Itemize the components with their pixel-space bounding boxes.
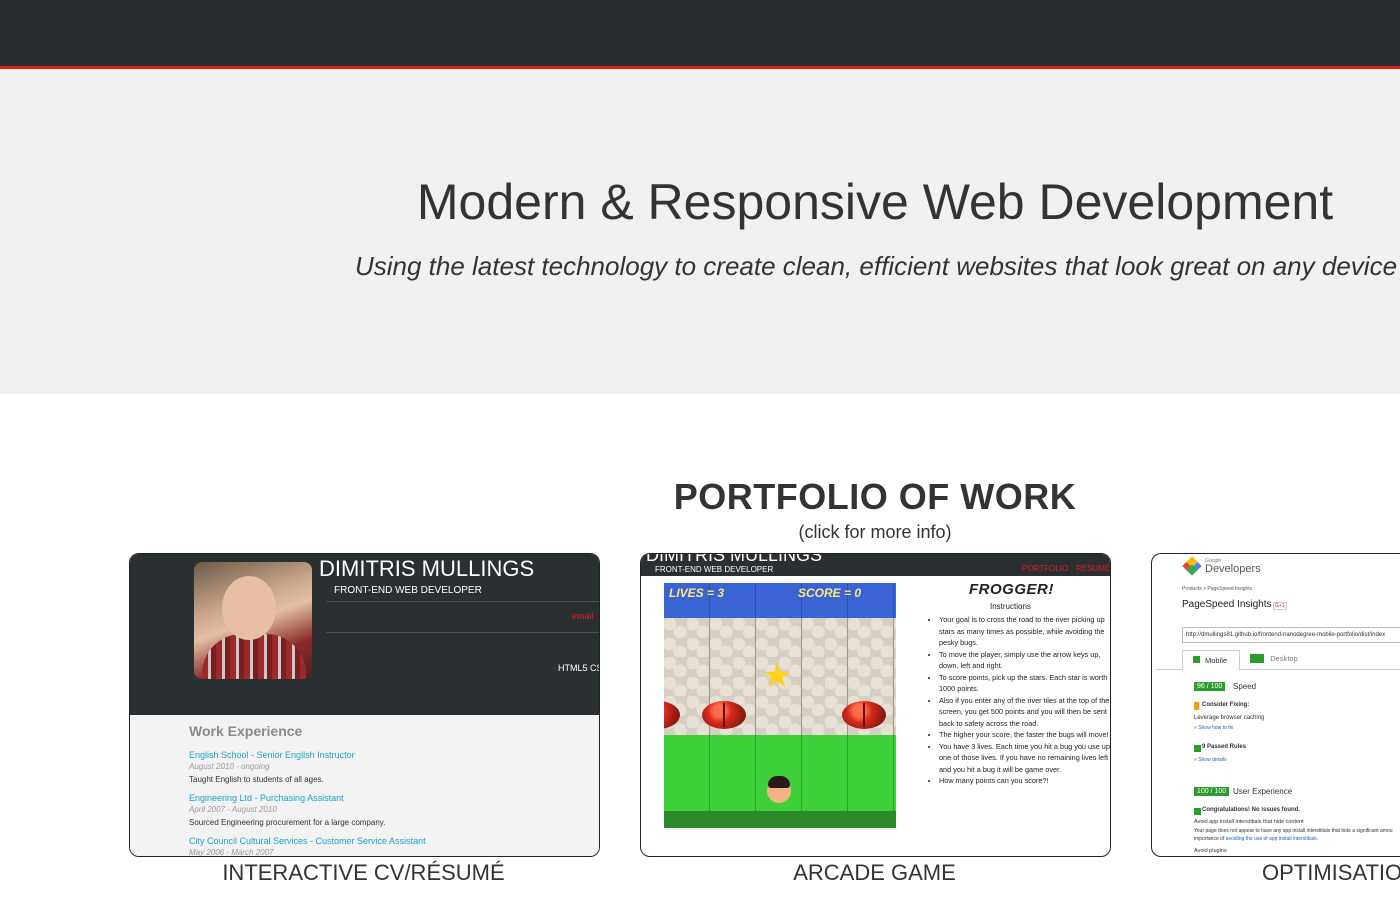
grass-row bbox=[664, 735, 896, 774]
show-how-to-fix-link[interactable]: » Show how to fix bbox=[1194, 725, 1233, 731]
job-title[interactable]: City Council Cultural Services - Custome… bbox=[189, 836, 426, 846]
check-icon bbox=[1194, 808, 1201, 815]
desktop-icon bbox=[1250, 654, 1264, 664]
cv-header: DIMITRIS MULLINGS FRONT-END WEB DEVELOPE… bbox=[130, 554, 599, 715]
game-title: FROGGER! bbox=[969, 581, 1054, 598]
grass-edge bbox=[664, 811, 896, 828]
ux-score-badge: 100 / 100 bbox=[1194, 787, 1230, 796]
bug-enemy bbox=[842, 701, 886, 729]
nav-portfolio-link[interactable]: PORTFOLIO bbox=[1022, 564, 1068, 573]
portfolio-card-cv[interactable]: DIMITRIS MULLINGS FRONT-END WEB DEVELOPE… bbox=[129, 553, 600, 857]
congrats-message: Congratulations! No issues found. bbox=[1202, 807, 1301, 813]
job-title[interactable]: English School - Senior English Instruct… bbox=[189, 750, 355, 760]
player-character bbox=[765, 773, 793, 805]
job-date: May 2006 - March 2007 bbox=[189, 848, 274, 857]
divider bbox=[326, 632, 599, 633]
portfolio-card-game[interactable]: DIMITRIS MULLINGS FRONT-END WEB DEVELOPE… bbox=[640, 553, 1111, 857]
card-caption-game[interactable]: ARCADE GAME bbox=[640, 860, 1109, 886]
speed-label: Speed bbox=[1233, 682, 1257, 691]
warning-icon bbox=[1194, 702, 1199, 710]
nav-resume-link[interactable]: RÉSUMÉ bbox=[1076, 564, 1110, 573]
instruction-item: Also if you enter any of the river tiles… bbox=[939, 695, 1110, 730]
leverage-caching: Leverage browser caching bbox=[1194, 715, 1265, 721]
ux-label: User Experience bbox=[1233, 787, 1293, 796]
game-header: DIMITRIS MULLINGS FRONT-END WEB DEVELOPE… bbox=[641, 554, 1110, 576]
stone-row bbox=[664, 618, 896, 657]
hero-section: Modern & Responsive Web Development Usin… bbox=[0, 69, 1400, 394]
google-logo-icon bbox=[1182, 556, 1202, 576]
portfolio-subtitle: (click for more info) bbox=[798, 522, 952, 542]
instruction-item: You have 3 lives. Each time you hit a bu… bbox=[939, 741, 1110, 776]
avoid-interstitials: Avoid app install interstitials that hid… bbox=[1194, 819, 1304, 825]
portfolio-card-optimisation[interactable]: Google Developers Products > PageSpeed I… bbox=[1151, 553, 1400, 857]
interstitials-link[interactable]: avoiding the use of app install intersti… bbox=[1226, 836, 1318, 842]
instruction-item: To score points, pick up the stars. Each… bbox=[939, 672, 1110, 695]
consider-fixing: Consider Fixing: bbox=[1202, 702, 1250, 708]
avoid-description: Your page does not appear to have any ap… bbox=[1194, 828, 1393, 834]
job-title[interactable]: Engineering Ltd - Purchasing Assistant bbox=[189, 793, 344, 803]
card-caption-cv[interactable]: INTERACTIVE CV/RÉSUMÉ bbox=[129, 860, 598, 886]
portfolio-title: PORTFOLIO OF WORK bbox=[673, 476, 1077, 517]
breadcrumb[interactable]: Products > PageSpeed Insights bbox=[1182, 586, 1252, 592]
gplus-button[interactable]: G+1 bbox=[1273, 602, 1287, 610]
game-canvas[interactable]: LIVES = 3 SCORE = 0 ★ bbox=[664, 583, 896, 828]
cv-skills: HTML5 CS bbox=[558, 663, 600, 673]
cv-work-section: Work Experience English School - Senior … bbox=[130, 715, 599, 856]
lives-counter: LIVES = 3 bbox=[669, 586, 725, 600]
page-title: PageSpeed Insights bbox=[1182, 599, 1272, 610]
instructions-list: Your goal is to cross the road to the ri… bbox=[929, 614, 1110, 787]
mobile-icon bbox=[1193, 656, 1200, 663]
divider bbox=[326, 601, 599, 602]
cv-email-link[interactable]: email bbox=[572, 611, 594, 621]
profile-photo bbox=[194, 562, 312, 679]
top-navbar bbox=[0, 0, 1400, 69]
instructions-label: Instructions bbox=[990, 602, 1031, 611]
bug-enemy bbox=[702, 701, 746, 729]
hero-title: Modern & Responsive Web Development bbox=[416, 174, 1334, 230]
instruction-item: The higher your score, the faster the bu… bbox=[939, 729, 1110, 741]
job-description: Sourced Engineering procurement for a la… bbox=[189, 818, 386, 827]
avoid-plugins: Avoid plugins bbox=[1194, 848, 1227, 854]
instruction-item: How many points can you score?! bbox=[939, 775, 1110, 787]
cv-role: FRONT-END WEB DEVELOPER bbox=[334, 585, 482, 596]
url-input[interactable]: http://dmullings81.github.io/frontend-na… bbox=[1182, 627, 1400, 643]
job-date: August 2010 - ongoing bbox=[189, 762, 270, 771]
speed-score-badge: 96 / 100 bbox=[1194, 682, 1226, 691]
tab-desktop[interactable]: Desktop bbox=[1250, 654, 1298, 664]
instruction-item: Your goal is to cross the road to the ri… bbox=[939, 614, 1110, 649]
tab-mobile[interactable]: Mobile bbox=[1182, 650, 1240, 671]
show-details-link[interactable]: » Show details bbox=[1194, 757, 1227, 763]
game-site-role: FRONT-END WEB DEVELOPER bbox=[655, 565, 774, 574]
score-counter: SCORE = 0 bbox=[798, 586, 862, 600]
job-date: April 2007 - August 2010 bbox=[189, 805, 277, 814]
brand-name: Developers bbox=[1205, 563, 1261, 575]
job-description: Taught English to students of all ages. bbox=[189, 775, 324, 784]
instruction-item: To move the player, simply use the arrow… bbox=[939, 649, 1110, 672]
cv-name: DIMITRIS MULLINGS bbox=[319, 556, 535, 581]
passed-rules: 9 Passed Rules bbox=[1202, 744, 1247, 750]
importance-line: importance of avoiding the use of app in… bbox=[1194, 836, 1318, 842]
card-caption-optimisation[interactable]: OPTIMISATION bbox=[1262, 860, 1400, 886]
work-experience-heading: Work Experience bbox=[189, 723, 303, 739]
check-icon bbox=[1194, 745, 1201, 752]
hero-subtitle: Using the latest technology to create cl… bbox=[354, 251, 1398, 281]
star-icon: ★ bbox=[762, 657, 793, 695]
